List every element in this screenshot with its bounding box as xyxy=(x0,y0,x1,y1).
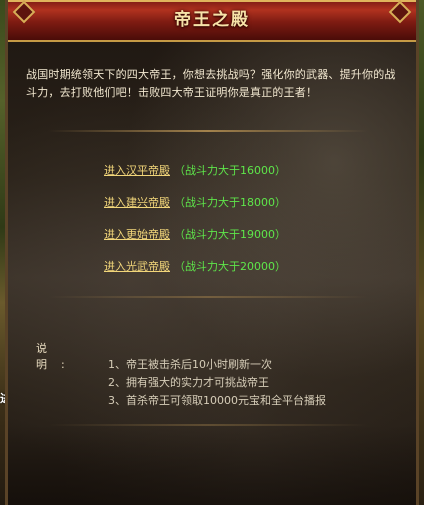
enter-geng-shi-palace-link[interactable]: 进入更始帝殿 xyxy=(104,228,170,241)
notes-label: 说明: xyxy=(36,342,79,371)
palace-list: 进入汉平帝殿 （战斗力大于16000） 进入建兴帝殿 （战斗力大于18000） 进入… xyxy=(104,160,404,288)
panel-title: 帝王之殿 xyxy=(174,10,250,30)
notes-list: 1、帝王被击杀后10小时刷新一次 2、拥有强大的实力才可挑战帝王 3、首杀帝王可… xyxy=(108,356,408,410)
requirement-text: （战斗力大于19000） xyxy=(174,228,286,241)
palace-row-3: 进入更始帝殿 （战斗力大于19000） xyxy=(104,224,404,256)
emperor-palace-panel: 帝王之殿 战国时期统领天下的四大帝王，你想去挑战吗？强化你的武器、提升你的战斗力… xyxy=(5,0,419,505)
palace-row-4: 进入光武帝殿 （战斗力大于20000） xyxy=(104,256,404,288)
requirement-text: （战斗力大于18000） xyxy=(174,196,286,209)
note-item: 1、帝王被击杀后10小时刷新一次 xyxy=(108,358,272,371)
bottom-shadow xyxy=(8,425,416,505)
palace-row-1: 进入汉平帝殿 （战斗力大于16000） xyxy=(104,160,404,192)
requirement-text: （战斗力大于16000） xyxy=(174,164,286,177)
requirement-text: （战斗力大于20000） xyxy=(174,260,286,273)
divider-middle xyxy=(48,296,368,298)
enter-guang-wu-palace-link[interactable]: 进入光武帝殿 xyxy=(104,260,170,273)
enter-jian-xing-palace-link[interactable]: 进入建兴帝殿 xyxy=(104,196,170,209)
note-item: 3、首杀帝王可领取10000元宝和全平台播报 xyxy=(108,394,326,407)
note-item: 2、拥有强大的实力才可挑战帝王 xyxy=(108,376,269,389)
divider-top xyxy=(48,130,368,132)
enter-han-ping-palace-link[interactable]: 进入汉平帝殿 xyxy=(104,164,170,177)
intro-text: 战国时期统领天下的四大帝王，你想去挑战吗？强化你的武器、提升你的战斗力，去打败他… xyxy=(26,68,396,99)
palace-row-2: 进入建兴帝殿 （战斗力大于18000） xyxy=(104,192,404,224)
title-bar: 帝王之殿 xyxy=(8,0,416,42)
